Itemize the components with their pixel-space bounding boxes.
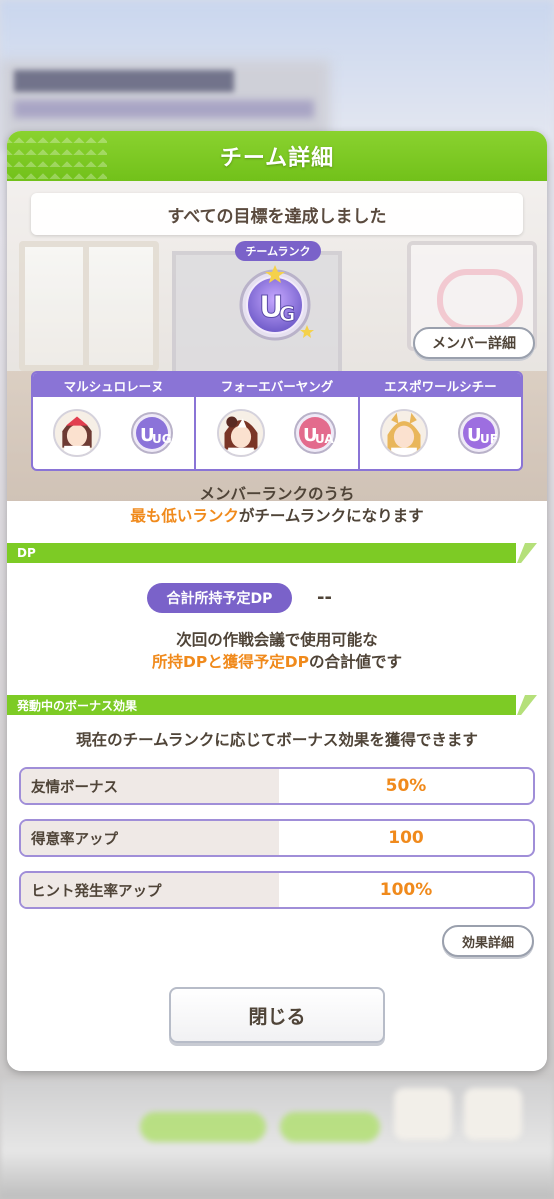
svg-text:UA: UA [315,432,334,446]
bonus-value: 100 [388,828,424,848]
member-card: フォーエバーヤング U UA [196,373,360,469]
bonus-name: 得意率アップ [21,821,279,855]
member-row: U UG [33,397,194,469]
member-rank-icon: U UF [457,412,500,454]
section-stripe [517,695,537,715]
member-name: フォーエバーヤング [196,373,358,397]
member-rank-icon: U UA [294,412,337,454]
dialog-title: チーム詳細 [219,146,335,171]
dp-total-value: -- [317,587,332,608]
close-button[interactable]: 閉じる [169,987,385,1043]
member-avatar-icon[interactable] [53,409,102,457]
member-rank-icon: U UG [130,412,173,454]
member-name: マルシュロレーヌ [33,373,195,397]
dp-section-title: DP [17,546,36,560]
dp-total-label: 合計所持予定DP [147,583,292,613]
dp-note-line2: 所持DPと獲得予定DPの合計値です [7,651,547,673]
rank-note-highlight: 最も低いランク [130,507,239,525]
background-menu-button [464,1088,522,1140]
background-icon-button [394,1088,452,1140]
bonus-description: 現在のチームランクに応じてボーナス効果を獲得できます [76,731,478,749]
bonus-section-title: 発動中のボーナス効果 [17,698,138,713]
member-avatar-icon[interactable] [379,409,428,457]
bonus-row: ヒント発生率アップ 100% [19,871,535,909]
dp-note-rest: の合計値です [308,653,402,671]
goal-banner: すべての目標を達成しました [31,193,523,235]
effect-detail-button[interactable]: 効果詳細 [442,925,534,957]
rank-note-line1: メンバーランクのうち [199,485,355,503]
member-card: マルシュロレーヌ U UG [33,373,197,469]
bonus-name: 友情ボーナス [21,769,279,803]
bonus-row: 得意率アップ 100 [19,819,535,857]
dp-note-highlight: 所持DPと獲得予定DP [152,653,309,671]
svg-text:UF: UF [480,432,498,446]
dialog-body: すべての目標を達成しました チームランク U G メンバー詳細 マルシュロレーヌ [7,181,547,1071]
dialog-header: チーム詳細 [7,131,547,181]
rank-note-line2: 最も低いランクがチームランクになります [7,505,547,527]
member-row: U UF [360,397,521,469]
member-detail-button[interactable]: メンバー詳細 [413,327,535,359]
header-pattern [7,131,107,181]
team-rank-badge: U G [239,265,314,341]
bonus-name: ヒント発生率アップ [21,873,279,907]
member-card: エスポワールシチー U UF [359,373,521,469]
background-log-button [280,1112,380,1142]
team-rank-label: チームランク [235,241,321,261]
bonus-row: 友情ボーナス 50% [19,767,535,805]
member-avatar-icon[interactable] [216,409,265,457]
goal-banner-text: すべての目標を達成しました [167,206,387,227]
members-panel: マルシュロレーヌ U UG フォーエバーヤング U UA エスポワールシチー U… [31,371,523,471]
bonus-value: 100% [379,880,433,900]
section-stripe [517,543,537,563]
background-banner [14,70,234,92]
bonus-section-header: 発動中のボーナス効果 [7,695,537,715]
bonus-value: 50% [385,776,427,796]
background-skip-button [140,1112,266,1142]
rank-note-rest: がチームランクになります [238,507,424,525]
dp-section-header: DP [7,543,537,563]
team-detail-dialog: チーム詳細 すべての目標を達成しました チームランク U G メンバー詳細 マル… [7,131,547,1071]
dp-note-line1: 次回の作戦会議で使用可能な [176,631,378,649]
dp-note: 次回の作戦会議で使用可能な 所持DPと獲得予定DPの合計値です [7,629,547,673]
team-rank-letter: G [279,302,295,326]
background-banner [14,100,314,118]
rank-note: メンバーランクのうち 最も低いランクがチームランクになります [7,483,547,527]
svg-text:UG: UG [152,432,172,446]
member-row: U UA [196,397,357,469]
member-name: エスポワールシチー [359,373,521,397]
